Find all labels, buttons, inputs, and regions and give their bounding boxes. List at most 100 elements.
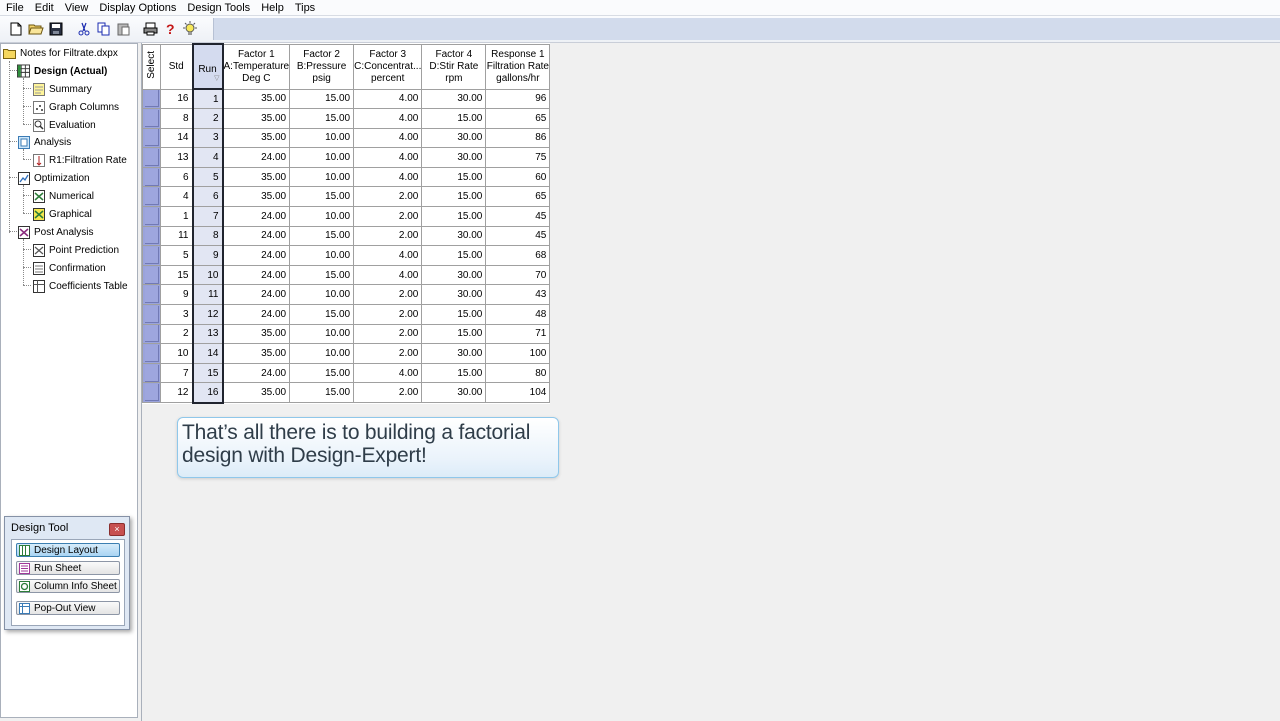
- new-file-icon[interactable]: [6, 19, 26, 39]
- concentration-cell[interactable]: 2.00: [353, 304, 423, 325]
- save-icon[interactable]: [46, 19, 66, 39]
- row-select-handle[interactable]: [142, 382, 161, 403]
- run-cell[interactable]: 3: [191, 127, 224, 149]
- row-select-handle[interactable]: [142, 88, 161, 110]
- run-cell[interactable]: 4: [191, 147, 224, 168]
- std-cell[interactable]: 11: [160, 225, 193, 247]
- std-cell[interactable]: 4: [160, 186, 193, 208]
- copy-icon[interactable]: [94, 19, 114, 39]
- temperature-cell[interactable]: 24.00: [221, 264, 291, 286]
- concentration-cell[interactable]: 4.00: [353, 127, 423, 149]
- temperature-cell[interactable]: 24.00: [221, 284, 291, 306]
- tree-item-analysis[interactable]: Analysis: [17, 134, 71, 150]
- std-cell[interactable]: 3: [160, 304, 193, 325]
- row-select-handle[interactable]: [142, 147, 161, 168]
- row-select-handle[interactable]: [142, 166, 161, 188]
- menu-help[interactable]: Help: [255, 1, 289, 15]
- concentration-cell[interactable]: 4.00: [353, 147, 423, 168]
- std-cell[interactable]: 7: [160, 362, 193, 384]
- row-select-handle[interactable]: [142, 127, 161, 149]
- pressure-cell[interactable]: 15.00: [289, 225, 355, 247]
- pressure-cell[interactable]: 10.00: [289, 343, 355, 364]
- stir-rate-cell[interactable]: 30.00: [421, 343, 487, 364]
- stir-rate-cell[interactable]: 15.00: [421, 245, 487, 266]
- menu-edit[interactable]: Edit: [29, 1, 59, 15]
- stir-rate-cell[interactable]: 30.00: [421, 88, 487, 110]
- pressure-cell[interactable]: 10.00: [289, 147, 355, 168]
- tree-root-file[interactable]: Notes for Filtrate.dxpx: [3, 45, 118, 61]
- temperature-cell[interactable]: 35.00: [221, 323, 291, 345]
- concentration-cell[interactable]: 4.00: [353, 245, 423, 266]
- std-cell[interactable]: 14: [160, 127, 193, 149]
- temperature-cell[interactable]: 24.00: [221, 225, 291, 247]
- temperature-cell[interactable]: 35.00: [221, 186, 291, 208]
- filtration-rate-cell[interactable]: 96: [485, 88, 551, 110]
- temperature-cell[interactable]: 24.00: [221, 245, 291, 266]
- std-cell[interactable]: 8: [160, 108, 193, 129]
- filtration-rate-cell[interactable]: 68: [485, 245, 551, 266]
- stir-rate-cell[interactable]: 15.00: [421, 166, 487, 188]
- tree-item-graph-columns[interactable]: Graph Columns: [32, 99, 119, 115]
- run-cell[interactable]: 6: [191, 186, 224, 208]
- menu-file[interactable]: File: [0, 1, 29, 15]
- concentration-cell[interactable]: 4.00: [353, 166, 423, 188]
- stir-rate-cell[interactable]: 15.00: [421, 304, 487, 325]
- row-select-handle[interactable]: [142, 284, 161, 306]
- menu-view[interactable]: View: [59, 1, 94, 15]
- std-cell[interactable]: 9: [160, 284, 193, 306]
- filtration-rate-cell[interactable]: 48: [485, 304, 551, 325]
- row-select-handle[interactable]: [142, 245, 161, 266]
- menu-tips[interactable]: Tips: [289, 1, 320, 15]
- concentration-cell[interactable]: 4.00: [353, 362, 423, 384]
- pressure-cell[interactable]: 15.00: [289, 382, 355, 403]
- run-sheet-button[interactable]: Run Sheet: [16, 561, 120, 575]
- tree-item-post-analysis[interactable]: Post Analysis: [17, 224, 93, 240]
- temperature-cell[interactable]: 35.00: [221, 343, 291, 364]
- std-cell[interactable]: 2: [160, 323, 193, 345]
- tree-item-confirmation[interactable]: Confirmation: [32, 260, 106, 276]
- tree-item-coefficients-table[interactable]: Coefficients Table: [32, 278, 128, 294]
- filtration-rate-cell[interactable]: 100: [485, 343, 551, 364]
- row-select-handle[interactable]: [142, 186, 161, 208]
- stir-rate-cell[interactable]: 15.00: [421, 362, 487, 384]
- pressure-cell[interactable]: 15.00: [289, 88, 355, 110]
- tree-item-point-prediction[interactable]: Point Prediction: [32, 242, 119, 258]
- filtration-rate-cell[interactable]: 45: [485, 225, 551, 247]
- pressure-cell[interactable]: 10.00: [289, 284, 355, 306]
- concentration-cell[interactable]: 2.00: [353, 206, 423, 227]
- pressure-cell[interactable]: 10.00: [289, 323, 355, 345]
- row-select-handle[interactable]: [142, 225, 161, 247]
- filtration-rate-cell[interactable]: 80: [485, 362, 551, 384]
- concentration-cell[interactable]: 2.00: [353, 343, 423, 364]
- tree-item-summary[interactable]: Summary: [32, 81, 92, 97]
- pressure-cell[interactable]: 10.00: [289, 245, 355, 266]
- pressure-cell[interactable]: 15.00: [289, 108, 355, 129]
- tree-item-design[interactable]: Design (Actual): [17, 63, 107, 79]
- factor3-column-header[interactable]: Factor 3 C:Concentrat... percent: [353, 43, 423, 90]
- std-column-header[interactable]: Std: [160, 43, 193, 90]
- stir-rate-cell[interactable]: 30.00: [421, 382, 487, 403]
- temperature-cell[interactable]: 24.00: [221, 362, 291, 384]
- filtration-rate-cell[interactable]: 75: [485, 147, 551, 168]
- pressure-cell[interactable]: 10.00: [289, 166, 355, 188]
- run-cell[interactable]: 8: [191, 225, 224, 247]
- stir-rate-cell[interactable]: 15.00: [421, 323, 487, 345]
- pressure-cell[interactable]: 15.00: [289, 186, 355, 208]
- stir-rate-cell[interactable]: 15.00: [421, 206, 487, 227]
- pop-out-view-button[interactable]: Pop-Out View: [16, 601, 120, 615]
- tree-item-evaluation[interactable]: Evaluation: [32, 117, 96, 133]
- tree-item-graphical[interactable]: Graphical: [32, 206, 92, 222]
- row-select-handle[interactable]: [142, 362, 161, 384]
- filtration-rate-cell[interactable]: 65: [485, 186, 551, 208]
- tree-item-numerical[interactable]: Numerical: [32, 188, 94, 204]
- temperature-cell[interactable]: 24.00: [221, 304, 291, 325]
- run-cell[interactable]: 2: [191, 108, 224, 129]
- tip-bulb-icon[interactable]: [180, 19, 200, 39]
- print-icon[interactable]: [140, 19, 160, 39]
- tree-item-optimization[interactable]: Optimization: [17, 170, 90, 186]
- cut-icon[interactable]: [74, 19, 94, 39]
- temperature-cell[interactable]: 35.00: [221, 88, 291, 110]
- std-cell[interactable]: 13: [160, 147, 193, 168]
- help-icon[interactable]: ?: [160, 19, 180, 39]
- column-info-sheet-button[interactable]: Column Info Sheet: [16, 579, 120, 593]
